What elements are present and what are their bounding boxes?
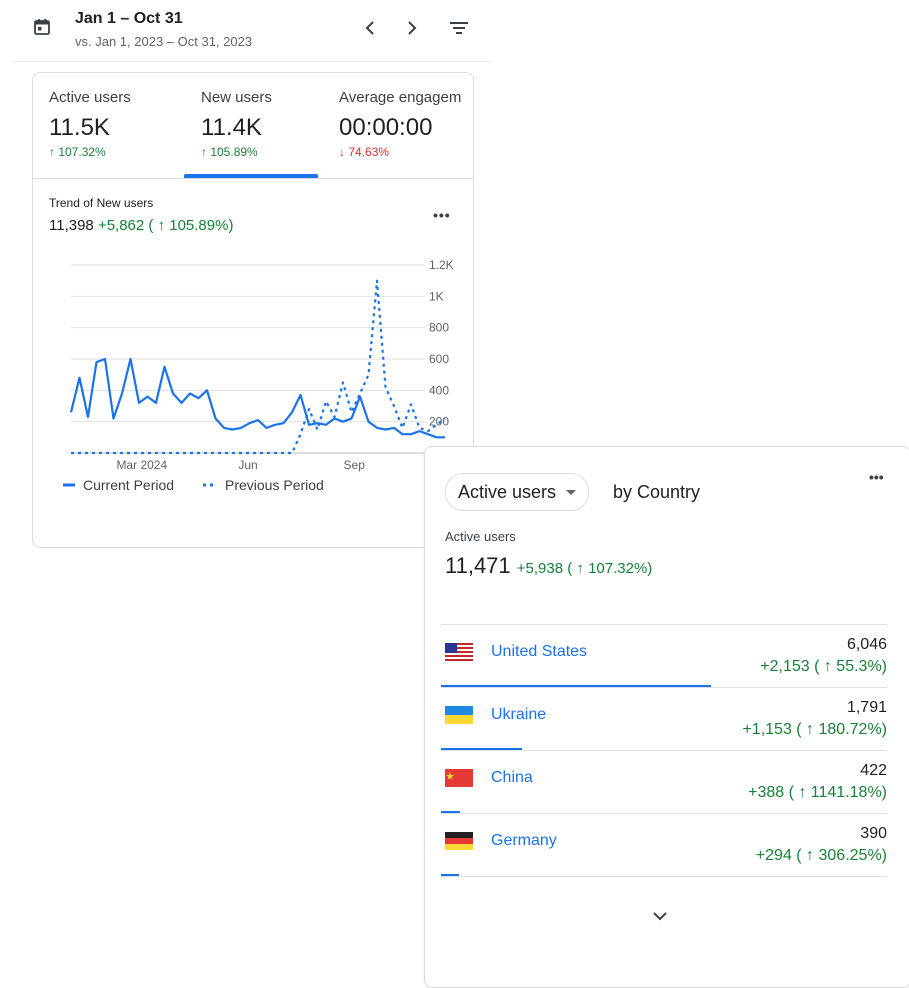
date-range-header: Jan 1 – Oct 31 vs. Jan 1, 2023 – Oct 31,… xyxy=(0,0,490,62)
y-tick-label: 800 xyxy=(429,321,449,335)
country-row-china[interactable]: China 422 +388 ( ↑ 1141.18%) xyxy=(441,750,887,814)
legend-current-label: Current Period xyxy=(83,477,174,493)
country-row-germany[interactable]: Germany 390 +294 ( ↑ 306.25%) xyxy=(441,813,887,877)
country-value: 6,046 xyxy=(846,636,887,653)
metric-dropdown-label: Active users xyxy=(458,481,557,502)
y-tick-label: 400 xyxy=(429,383,449,397)
header-divider xyxy=(14,61,490,62)
more-options-icon[interactable]: ••• xyxy=(433,207,451,223)
country-row-ukraine[interactable]: Ukraine 1,791 +1,153 ( ↑ 180.72%) xyxy=(441,687,887,751)
country-name[interactable]: Germany xyxy=(491,832,557,850)
country-metric-label: Active users xyxy=(445,529,516,544)
dropdown-arrow-icon xyxy=(566,489,577,495)
metric-value: 11.5K xyxy=(49,114,110,141)
country-change: +5,938 ( ↑ 107.32%) xyxy=(516,560,653,577)
by-country-label: by Country xyxy=(613,482,701,502)
metric-tab-average-engagement[interactable]: Average engagem 00:00:00 ↓ 74.63% xyxy=(339,89,461,159)
x-tick-label: Sep xyxy=(344,458,366,472)
metrics-divider xyxy=(33,178,473,179)
y-tick-label: 600 xyxy=(429,352,449,366)
trend-total: 11,398 xyxy=(49,217,94,234)
trend-title: Trend of New users xyxy=(49,196,154,210)
y-tick-label: 1.2K xyxy=(429,258,454,272)
country-value: 1,791 xyxy=(846,699,887,716)
country-name[interactable]: United States xyxy=(491,643,587,661)
country-total: 11,471 xyxy=(445,553,511,578)
trend-summary: 11,398 +5,862 ( ↑ 105.89%) xyxy=(49,217,233,234)
country-value: 422 xyxy=(860,762,887,779)
trend-change: +5,862 ( ↑ 105.89%) xyxy=(97,217,234,234)
metric-label: Active users xyxy=(49,89,131,106)
row-divider xyxy=(441,687,887,688)
more-options-icon[interactable]: ••• xyxy=(869,469,884,485)
previous-period-line xyxy=(71,279,446,455)
metric-label: New users xyxy=(201,89,272,106)
ukraine-flag-icon xyxy=(445,706,473,724)
metric-delta: ↑ 105.89% xyxy=(201,145,258,159)
compare-range-label: vs. Jan 1, 2023 – Oct 31, 2023 xyxy=(75,34,253,49)
country-delta: +2,153 ( ↑ 55.3%) xyxy=(760,658,887,675)
x-tick-label: Jun xyxy=(238,458,257,472)
metric-label: Average engagem xyxy=(339,89,462,106)
row-divider xyxy=(441,750,887,751)
china-flag-icon xyxy=(445,769,473,787)
current-period-line xyxy=(69,357,445,439)
x-tick-label: Mar 2024 xyxy=(116,458,167,472)
legend-previous-label: Previous Period xyxy=(225,477,324,493)
metric-tab-active-users[interactable]: Active users 11.5K ↑ 107.32% xyxy=(49,89,131,159)
country-name[interactable]: China xyxy=(491,769,533,787)
new-users-trend-chart: 1.2K1K800600400200Mar 2024 Jun SepCurrent … xyxy=(63,258,455,493)
row-divider xyxy=(441,624,887,625)
germany-flag-icon xyxy=(445,832,473,850)
metric-value: 00:00:00 xyxy=(339,114,433,141)
row-divider xyxy=(441,813,887,814)
country-summary: 11,471 +5,938 ( ↑ 107.32%) xyxy=(445,553,652,579)
row-divider xyxy=(441,876,887,877)
metric-delta: ↑ 107.32% xyxy=(49,145,106,159)
y-tick-label: 1K xyxy=(429,289,444,303)
country-delta: +388 ( ↑ 1141.18%) xyxy=(748,784,887,801)
country-delta: +1,153 ( ↑ 180.72%) xyxy=(742,721,887,738)
chevron-left-icon[interactable] xyxy=(358,16,382,40)
country-value: 390 xyxy=(860,825,887,842)
chevron-down-icon[interactable] xyxy=(649,909,671,925)
chevron-right-icon[interactable] xyxy=(400,16,424,40)
metric-tab-new-users[interactable]: New users 11.4K ↑ 105.89% xyxy=(201,89,272,159)
country-name[interactable]: Ukraine xyxy=(491,706,546,724)
new-users-card: Active users 11.5K ↑ 107.32% New users 1… xyxy=(32,72,474,548)
filter-icon[interactable] xyxy=(446,16,472,40)
metric-delta: ↓ 74.63% xyxy=(339,145,390,159)
calendar-icon[interactable] xyxy=(33,18,51,36)
country-delta: +294 ( ↑ 306.25%) xyxy=(755,847,887,864)
country-row-united-states[interactable]: United States 6,046 +2,153 ( ↑ 55.3%) xyxy=(441,624,887,688)
country-card: Active users by Country ••• Active users… xyxy=(424,446,909,988)
metric-dropdown[interactable]: Active users xyxy=(445,473,590,511)
date-range-label[interactable]: Jan 1 – Oct 31 xyxy=(75,10,183,28)
us-flag-icon xyxy=(445,643,473,661)
metric-value: 11.4K xyxy=(201,114,262,141)
